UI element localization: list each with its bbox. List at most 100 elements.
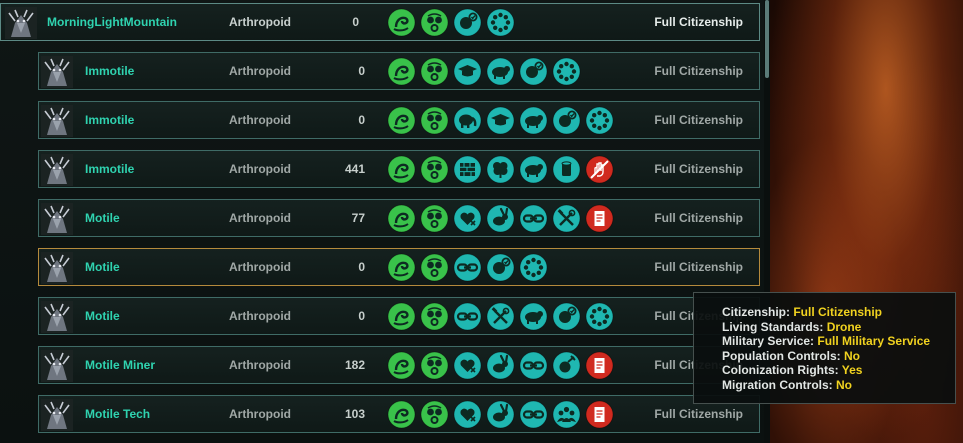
species-traits [387, 57, 581, 86]
scrollbar-thumb[interactable] [765, 0, 769, 78]
bear-icon[interactable] [519, 302, 548, 331]
rabbit-reject-icon[interactable] [453, 8, 482, 37]
graduation-cap-icon[interactable] [486, 106, 515, 135]
gasmask-icon[interactable] [420, 57, 449, 86]
species-name: Motile [85, 211, 120, 225]
citizenship-status[interactable]: Full Citizenship [593, 162, 743, 176]
rabbit-reject-icon[interactable] [519, 57, 548, 86]
brick-wall-icon[interactable] [453, 155, 482, 184]
elephant-icon[interactable] [453, 106, 482, 135]
species-population: 0 [358, 113, 365, 127]
species-population: 0 [358, 309, 365, 323]
species-class: Arthropoid [229, 211, 291, 225]
species-class: Arthropoid [229, 309, 291, 323]
tooltip-line: Military Service: Full Military Service [722, 334, 955, 349]
tooltip-line: Migration Controls: No [722, 378, 955, 393]
citizenship-status[interactable]: Full Citizenship [593, 260, 743, 274]
chain-icon[interactable] [519, 400, 548, 429]
species-row-subspecies[interactable]: Immotile Arthropoid 0 Full Citizenship [38, 52, 760, 90]
species-class: Arthropoid [229, 260, 291, 274]
species-row-subspecies[interactable]: Motile Arthropoid 77 Full Citizenship [38, 199, 760, 237]
species-population: 0 [358, 260, 365, 274]
tooltip-line: Citizenship: Full Citizenship [722, 305, 955, 320]
rabbit-reject-icon[interactable] [486, 253, 515, 282]
species-class: Arthropoid [229, 407, 291, 421]
citizenship-status[interactable]: Full Citizenship [593, 15, 743, 29]
species-name: MorningLightMountain [47, 15, 177, 29]
species-traits [387, 253, 548, 282]
broken-heart-icon[interactable] [453, 204, 482, 233]
species-row-subspecies[interactable]: Immotile Arthropoid 0 Full Citizenship [38, 101, 760, 139]
tooltip-key: Population Controls: [722, 348, 841, 363]
species-traits [387, 302, 614, 331]
dotted-ring-icon[interactable] [486, 8, 515, 37]
species-traits [387, 400, 614, 429]
species-row-subspecies[interactable]: MotileArthropoid0Full Citizenship [38, 297, 760, 335]
citizenship-status[interactable]: Full Citizenship [593, 407, 743, 421]
chain-icon[interactable] [519, 204, 548, 233]
tooltip-key: Military Service: [722, 334, 815, 349]
tooltip-key: Living Standards: [722, 319, 824, 334]
dotted-ring-icon[interactable] [519, 253, 548, 282]
species-row-main[interactable]: MorningLightMountain Arthropoid 0 Full Citi… [0, 3, 760, 41]
gasmask-icon[interactable] [420, 253, 449, 282]
bear-icon[interactable] [519, 106, 548, 135]
broken-heart-icon[interactable] [453, 351, 482, 380]
gasmask-icon[interactable] [420, 155, 449, 184]
chain-icon[interactable] [519, 351, 548, 380]
chain-icon[interactable] [453, 253, 482, 282]
amoeba-icon[interactable] [387, 351, 416, 380]
amoeba-icon[interactable] [387, 155, 416, 184]
gasmask-icon[interactable] [420, 8, 449, 37]
gasmask-icon[interactable] [420, 302, 449, 331]
gasmask-icon[interactable] [420, 106, 449, 135]
species-class: Arthropoid [229, 358, 291, 372]
amoeba-icon[interactable] [387, 8, 416, 37]
tooltip-value: Drone [826, 319, 862, 334]
bear-icon[interactable] [519, 155, 548, 184]
citizenship-status[interactable]: Full Citizenship [593, 211, 743, 225]
tooltip-line: Living Standards: Drone [722, 320, 955, 335]
citizenship-status[interactable]: Full Citizenship [593, 64, 743, 78]
tooltip-value: Yes [841, 363, 863, 378]
amoeba-icon[interactable] [387, 253, 416, 282]
rabbit-icon[interactable] [486, 400, 515, 429]
gasmask-icon[interactable] [420, 204, 449, 233]
tooltip-key: Citizenship: [722, 305, 790, 319]
species-row-subspecies[interactable]: MotileArthropoid0Full Citizenship [38, 248, 760, 286]
species-traits [387, 106, 614, 135]
species-population: 441 [344, 162, 365, 176]
amoeba-icon[interactable] [387, 106, 416, 135]
species-row-subspecies[interactable]: Immotile Arthropoid 441 Full Citizenship [38, 150, 760, 188]
crossed-tools-icon[interactable] [486, 302, 515, 331]
species-row-subspecies[interactable]: Motile Tech Arthropoid 103 Full Citizenship [38, 395, 760, 433]
planet-pick-icon[interactable] [552, 351, 581, 380]
species-population: 182 [344, 358, 365, 372]
rabbit-reject-icon[interactable] [552, 106, 581, 135]
crowd-icon[interactable] [552, 400, 581, 429]
amoeba-icon[interactable] [387, 57, 416, 86]
graduation-cap-icon[interactable] [453, 57, 482, 86]
crossed-tools-icon[interactable] [552, 204, 581, 233]
rabbit-reject-icon[interactable] [552, 302, 581, 331]
species-name: Motile Miner [85, 358, 156, 372]
species-name: Immotile [85, 64, 135, 78]
dotted-ring-icon[interactable] [552, 57, 581, 86]
gasmask-icon[interactable] [420, 400, 449, 429]
amoeba-icon[interactable] [387, 204, 416, 233]
gasmask-icon[interactable] [420, 351, 449, 380]
species-row-subspecies[interactable]: Motile MinerArthropoid182Full Citizenshi… [38, 346, 760, 384]
species-name: Immotile [85, 162, 135, 176]
citizenship-status[interactable]: Full Citizenship [593, 113, 743, 127]
species-class: Arthropoid [229, 64, 291, 78]
cylinder-icon[interactable] [552, 155, 581, 184]
amoeba-icon[interactable] [387, 302, 416, 331]
chain-icon[interactable] [453, 302, 482, 331]
broken-heart-icon[interactable] [453, 400, 482, 429]
bear-icon[interactable] [486, 57, 515, 86]
amoeba-icon[interactable] [387, 400, 416, 429]
rabbit-icon[interactable] [486, 204, 515, 233]
brain-icon[interactable] [486, 155, 515, 184]
species-list-panel: MorningLightMountain Arthropoid 0 Full Citi… [0, 0, 770, 443]
rabbit-icon[interactable] [486, 351, 515, 380]
